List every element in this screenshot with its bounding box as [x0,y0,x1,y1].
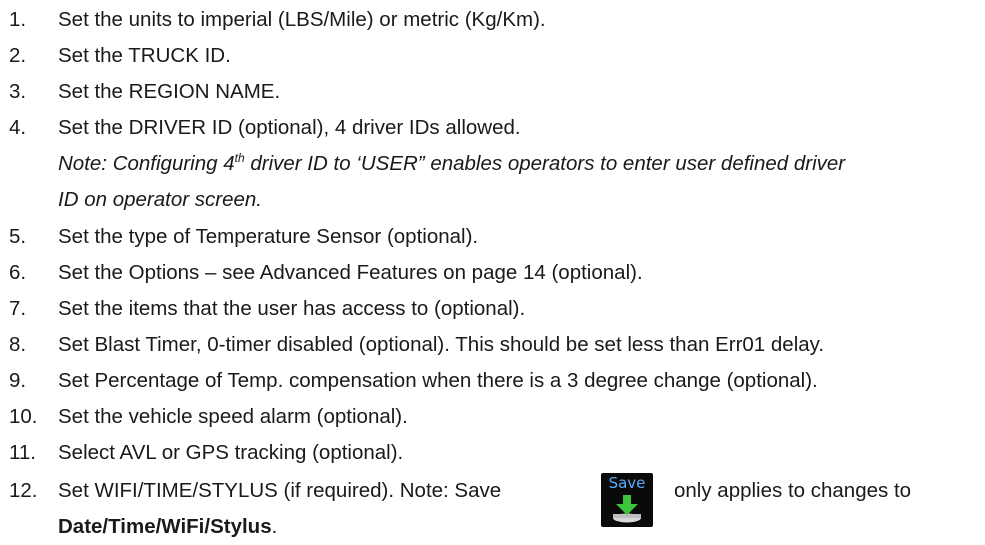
item-number: 7. [9,297,27,320]
item-text: Set the vehicle speed alarm (optional). [58,405,408,428]
item-number: 4. [9,116,27,139]
list-item: 1. Set the units to imperial (LBS/Mile) … [0,2,985,38]
list-item: 5. Set the type of Temperature Sensor (o… [0,219,985,255]
list-item: 10. Set the vehicle speed alarm (optiona… [0,399,985,435]
list-item: 6. Set the Options – see Advanced Featur… [0,255,985,291]
save-download-icon [613,495,641,523]
item-text: Set WIFI/TIME/STYLUS (if required). Note… [58,479,502,502]
item-number: 2. [9,44,27,67]
item-text: Set Blast Timer, 0-timer disabled (optio… [58,333,825,356]
note-suffix: driver ID to ‘USER” enables operators to… [244,152,846,175]
item-number: 10. [9,405,38,428]
note-prefix: Note: Configuring 4 [58,152,235,175]
save-icon: Save [601,473,653,527]
sentence-end: . [271,515,278,538]
list-item: 8. Set Blast Timer, 0-timer disabled (op… [0,327,985,363]
list-item: 11. Select AVL or GPS tracking (optional… [0,435,985,471]
list-item: 7. Set the items that the user has acces… [0,291,985,327]
driver-id-note-line2: ID on operator screen. [58,188,262,211]
item-number: 1. [9,8,27,31]
item-text: Set the units to imperial (LBS/Mile) or … [58,8,546,31]
instruction-list: 1. Set the units to imperial (LBS/Mile) … [0,0,985,538]
item-number: 3. [9,80,27,103]
item-number: 5. [9,225,27,248]
item-text: Set the type of Temperature Sensor (opti… [58,225,479,248]
note-superscript: th [234,151,245,165]
item-number: 11. [9,441,36,464]
list-item: 12. Set WIFI/TIME/STYLUS (if required). … [0,473,985,509]
item-text-tail: only applies to changes to [674,479,912,502]
bold-settings-text: Date/Time/WiFi/Stylus [58,515,272,538]
item-number: 8. [9,333,27,356]
item-text: Set the Options – see Advanced Features … [58,261,643,284]
list-item: 9. Set Percentage of Temp. compensation … [0,363,985,399]
item-text: Set the DRIVER ID (optional), 4 driver I… [58,116,521,139]
item-number: 12. [9,479,38,502]
list-item: 2. Set the TRUCK ID. [0,38,985,74]
driver-id-note: Note: Configuring 4th driver ID to ‘USER… [58,146,845,182]
item-text: Set the REGION NAME. [58,80,281,103]
item-text: Set the items that the user has access t… [58,297,526,320]
item-12-continuation: Date/Time/WiFi/Stylus. [58,509,277,545]
item-number: 9. [9,369,27,392]
list-item: 3. Set the REGION NAME. [0,74,985,110]
item-text: Set Percentage of Temp. compensation whe… [58,369,818,392]
item-number: 6. [9,261,27,284]
item-text: Select AVL or GPS tracking (optional). [58,441,404,464]
list-item: 4. Set the DRIVER ID (optional), 4 drive… [0,110,985,146]
item-text: Set the TRUCK ID. [58,44,231,67]
